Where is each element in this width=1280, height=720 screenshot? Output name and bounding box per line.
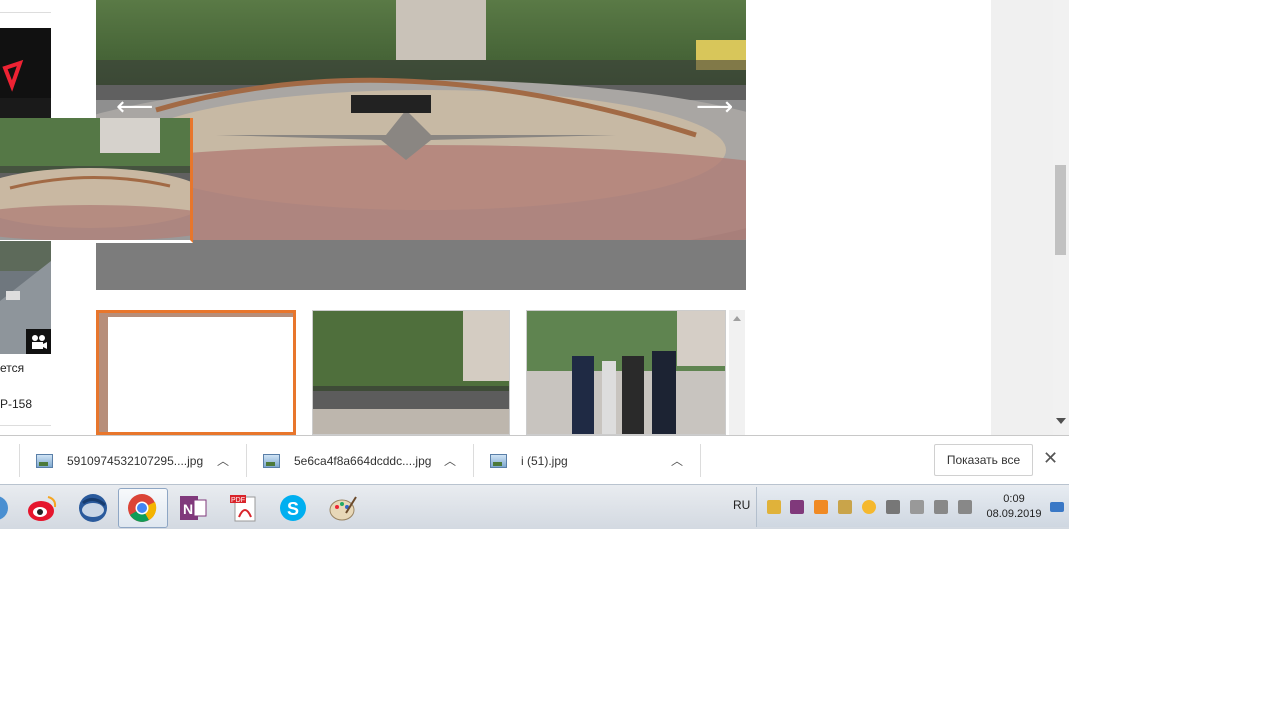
- svg-text:S: S: [287, 499, 299, 519]
- flag-icon[interactable]: [910, 500, 924, 514]
- thumb-2-image: [313, 311, 509, 434]
- white-overlay-block: [51, 0, 96, 118]
- page-scroll-thumb[interactable]: [1055, 165, 1066, 255]
- scroll-down-icon[interactable]: [1056, 418, 1066, 424]
- chevron-up-icon[interactable]: ︿: [217, 452, 229, 469]
- browser-content: ⟵ ⟶ ется Р-158: [0, 0, 1069, 435]
- onenote-tray-icon[interactable]: [790, 500, 804, 514]
- chevron-up-icon[interactable]: ︿: [671, 452, 683, 469]
- downloads-bar: 5910974532107295....jpg ︿ 5e6ca4f8a664dc…: [0, 435, 1069, 485]
- close-downloads-icon[interactable]: ✕: [1043, 448, 1058, 469]
- thumbs-scrollbar[interactable]: [729, 310, 745, 435]
- download-item-3[interactable]: i (51).jpg ︿: [474, 436, 701, 485]
- skype-icon[interactable]: S: [277, 492, 309, 524]
- gallery-thumb-1[interactable]: [96, 310, 296, 435]
- svg-text:N: N: [183, 501, 193, 517]
- chevron-up-icon[interactable]: ︿: [444, 452, 456, 469]
- gallery-thumb-2[interactable]: [312, 310, 510, 435]
- sidebar-caption-2: Р-158: [0, 397, 33, 411]
- page-scrollbar[interactable]: [1053, 0, 1069, 435]
- download-item-0[interactable]: [0, 436, 20, 485]
- image-file-icon: [263, 453, 280, 468]
- paint-icon[interactable]: [327, 492, 359, 524]
- separator: [700, 444, 701, 477]
- prev-arrow[interactable]: ⟵: [116, 94, 153, 120]
- popup-photo-image: [0, 118, 190, 240]
- svg-text:PDF: PDF: [231, 497, 245, 504]
- main-photo-image: [96, 0, 746, 290]
- sidebar-caption-1: ется: [0, 361, 25, 375]
- gallery-thumb-3[interactable]: [526, 310, 726, 435]
- clock[interactable]: 0:09 08.09.2019: [975, 492, 1053, 522]
- network-icon[interactable]: [934, 500, 948, 514]
- download-filename-1: 5910974532107295....jpg: [67, 453, 204, 468]
- shield-icon[interactable]: [767, 500, 781, 514]
- image-file-icon: [490, 453, 507, 468]
- thumb-3-image: [527, 311, 725, 434]
- video-camera-icon: [26, 329, 51, 354]
- download-filename-3: i (51).jpg: [521, 453, 568, 468]
- chrome-icon[interactable]: [126, 492, 158, 524]
- thunderbird-icon[interactable]: [77, 492, 109, 524]
- sidebar-video-thumbnail[interactable]: [0, 241, 51, 354]
- show-all-button[interactable]: Показать все: [934, 444, 1033, 476]
- right-gray-column: [991, 0, 1053, 435]
- logo-graphic: [0, 59, 51, 118]
- clock-date: 08.09.2019: [986, 508, 1042, 520]
- sidebar-top-divider: [0, 12, 51, 13]
- volume-icon[interactable]: [886, 500, 900, 514]
- tool-icon[interactable]: [838, 500, 852, 514]
- sync-icon[interactable]: [862, 500, 876, 514]
- pdf-icon[interactable]: PDF: [228, 492, 260, 524]
- image-file-icon: [36, 453, 53, 468]
- clock-time: 0:09: [1003, 493, 1025, 505]
- speaker-icon[interactable]: [958, 500, 972, 514]
- download-filename-2: 5e6ca4f8a664dcddc....jpg: [294, 453, 432, 468]
- popup-thumbnail-photo[interactable]: [0, 118, 193, 243]
- main-gallery-photo[interactable]: ⟵ ⟶: [96, 0, 746, 290]
- onenote-icon[interactable]: N: [177, 492, 209, 524]
- sidebar-bottom-divider: [0, 425, 51, 426]
- update-icon[interactable]: [814, 500, 828, 514]
- sidebar-thumbnail-logo[interactable]: [0, 28, 51, 118]
- thumbs-scroll-up-icon[interactable]: [733, 316, 741, 321]
- app-icon[interactable]: [0, 492, 12, 524]
- taskbar: N PDF S RU 0:09 08.09.2019: [0, 484, 1069, 529]
- download-item-1[interactable]: 5910974532107295....jpg ︿: [20, 436, 247, 485]
- next-arrow[interactable]: ⟶: [696, 94, 733, 120]
- download-item-2[interactable]: 5e6ca4f8a664dcddc....jpg ︿: [247, 436, 474, 485]
- language-indicator[interactable]: RU: [733, 498, 750, 512]
- weibo-icon[interactable]: [26, 492, 58, 524]
- thumb-1-blank: [108, 317, 293, 432]
